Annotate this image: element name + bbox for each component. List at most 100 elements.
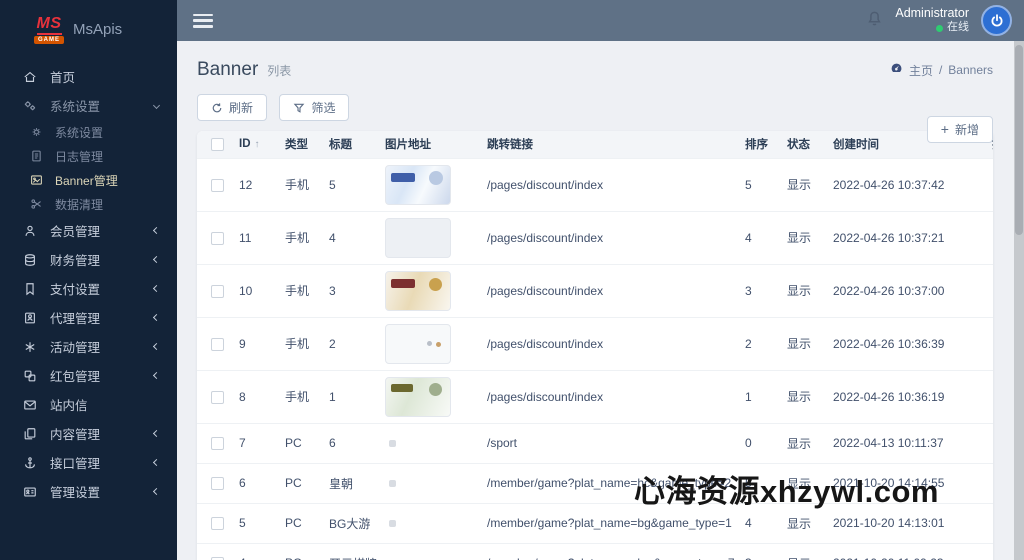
- table-row: 11 手机 4 /pages/discount/index 4 显示 2022-…: [197, 211, 993, 264]
- cell-id: 4: [235, 543, 281, 560]
- sidebar-item-api-management[interactable]: 接口管理: [0, 448, 177, 477]
- sidebar-item-system-settings[interactable]: 系统设置: [0, 120, 177, 144]
- cell-status: 显示: [787, 390, 812, 404]
- sidebar-item-label: 数据清理: [55, 197, 104, 212]
- page-subtitle: 列表: [267, 64, 292, 78]
- cell-id: 10: [239, 283, 253, 298]
- broken-image-icon: [389, 480, 396, 487]
- sidebar-item-admin-settings[interactable]: 管理设置: [0, 477, 177, 506]
- sidebar-item-system-settings-group[interactable]: 系统设置: [0, 91, 177, 120]
- add-button[interactable]: 新增: [926, 116, 993, 143]
- sidebar-item-home[interactable]: 首页: [0, 62, 177, 91]
- cell-status: 显示: [783, 543, 829, 560]
- row-checkbox[interactable]: [211, 178, 224, 192]
- sidebar-item-payment-settings[interactable]: 支付设置: [0, 274, 177, 303]
- cell-title: 3: [329, 283, 336, 298]
- table-row: 7 PC 6 /sport 0 显示 2022-04-13 10:11:37: [197, 423, 993, 463]
- breadcrumb-home-link[interactable]: 主页: [909, 62, 933, 79]
- sidebar-item-finance-management[interactable]: 财务管理: [0, 245, 177, 274]
- row-checkbox[interactable]: [211, 390, 224, 404]
- sidebar-item-label: 代理管理: [50, 312, 101, 326]
- plus-icon: [941, 122, 949, 137]
- sidebar-toggle-icon[interactable]: [193, 13, 213, 28]
- logout-power-button[interactable]: [981, 5, 1012, 36]
- refresh-button[interactable]: 刷新: [197, 94, 268, 121]
- cell-link: /pages/discount/index: [487, 336, 604, 351]
- cell-sort: 2: [745, 336, 752, 351]
- sidebar-item-data-cleanup[interactable]: 数据清理: [0, 192, 177, 216]
- banner-thumbnail: [385, 164, 451, 205]
- table-row: 12 手机 5 /pages/discount/index 5 显示 2022-…: [197, 158, 993, 211]
- gear-icon: [30, 126, 43, 139]
- row-checkbox[interactable]: [211, 517, 224, 531]
- sidebar-item-agent-management[interactable]: 代理管理: [0, 303, 177, 332]
- chevron-left-icon: [152, 487, 161, 496]
- filter-label: 筛选: [311, 101, 336, 115]
- cell-link: /pages/discount/index: [487, 177, 604, 192]
- sidebar-item-activity-management[interactable]: 活动管理: [0, 332, 177, 361]
- cell-title: 5: [329, 177, 336, 192]
- chevron-left-icon: [152, 284, 161, 293]
- column-header-id[interactable]: ID: [235, 131, 281, 158]
- cell-created: 2021-10-20 11:09:23: [829, 543, 979, 560]
- broken-image-icon: [389, 520, 396, 527]
- sidebar-item-redpacket-management[interactable]: 红包管理: [0, 361, 177, 390]
- cell-created: 2022-04-26 10:36:39: [833, 336, 945, 351]
- row-checkbox[interactable]: [211, 231, 224, 245]
- broken-image-icon: [389, 440, 396, 447]
- scrollbar-thumb[interactable]: [1015, 45, 1023, 235]
- online-status-dot: [936, 24, 943, 32]
- filter-button[interactable]: 筛选: [279, 94, 350, 121]
- cell-id: 8: [239, 389, 246, 404]
- cell-sort: 1: [745, 389, 752, 404]
- sidebar-item-label: 活动管理: [50, 341, 101, 355]
- row-checkbox[interactable]: [211, 477, 224, 491]
- chevron-left-icon: [152, 429, 161, 438]
- app-logo[interactable]: MS GAME MsApis: [0, 0, 177, 48]
- scissors-icon: [30, 198, 43, 211]
- row-checkbox[interactable]: [211, 337, 224, 351]
- topbar: Administrator 在线: [177, 0, 1024, 41]
- cell-type: 手机: [285, 231, 310, 245]
- notifications-bell-icon[interactable]: [866, 10, 883, 32]
- sidebar-item-content-management[interactable]: 内容管理: [0, 419, 177, 448]
- banner-thumbnail: [385, 270, 451, 311]
- row-checkbox[interactable]: [211, 284, 224, 298]
- table-row: 9 手机 2 /pages/discount/index 2 显示 2022-0…: [197, 317, 993, 370]
- cell-created: 2022-04-13 10:11:37: [833, 436, 944, 450]
- column-header-sort: 排序: [745, 139, 768, 152]
- cell-created: 2022-04-26 10:37:21: [833, 230, 945, 245]
- anchor-icon: [22, 455, 37, 470]
- table-row: 8 手机 1 /pages/discount/index 1 显示 2022-0…: [197, 370, 993, 423]
- cell-link: /sport: [487, 436, 518, 450]
- chevron-left-icon: [152, 371, 161, 380]
- sidebar-item-site-mail[interactable]: 站内信: [0, 390, 177, 419]
- log-file-icon: [30, 150, 43, 163]
- banner-thumbnail: [385, 376, 451, 417]
- sidebar-item-member-management[interactable]: 会员管理: [0, 216, 177, 245]
- cell-id: 9: [239, 336, 246, 351]
- chevron-down-icon: [152, 101, 161, 110]
- breadcrumb-current: Banners: [948, 63, 993, 77]
- select-all-checkbox[interactable]: [211, 137, 224, 151]
- column-header-link: 跳转链接: [487, 139, 533, 152]
- cell-title: 开元棋牌: [325, 543, 381, 560]
- sidebar-item-label: 系统设置: [50, 100, 101, 114]
- sidebar-item-log-management[interactable]: 日志管理: [0, 144, 177, 168]
- row-checkbox[interactable]: [211, 437, 224, 451]
- copy-icon: [22, 426, 37, 441]
- vertical-scrollbar[interactable]: [1014, 41, 1024, 560]
- ms-game-logo-icon: MS GAME: [34, 15, 64, 44]
- sidebar-item-banner-management[interactable]: Banner管理: [0, 168, 177, 192]
- cell-sort: 5: [745, 177, 752, 192]
- banner-thumbnail: [385, 323, 451, 364]
- sidebar-item-label: 站内信: [50, 399, 88, 413]
- sidebar-item-label: 日志管理: [55, 149, 104, 164]
- sidebar-item-label: 系统设置: [55, 125, 104, 140]
- sidebar-item-label: 内容管理: [50, 428, 101, 442]
- user-info[interactable]: Administrator 在线: [895, 6, 969, 35]
- cell-title: 1: [329, 389, 336, 404]
- cell-id: 6: [239, 476, 246, 490]
- chevron-left-icon: [152, 458, 161, 467]
- toolbar: 刷新 筛选 新增: [197, 94, 993, 143]
